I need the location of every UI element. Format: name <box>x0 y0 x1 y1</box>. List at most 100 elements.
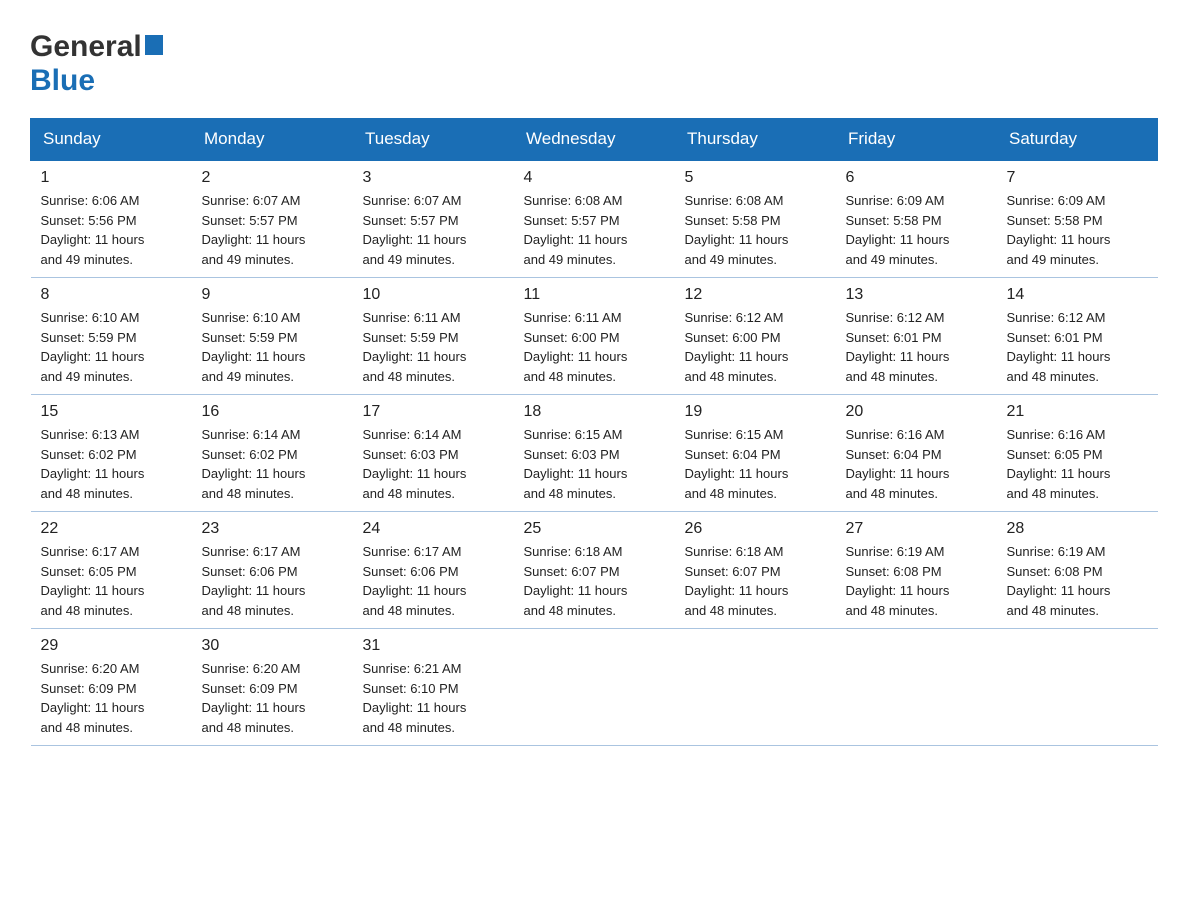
day-number: 3 <box>363 169 504 187</box>
day-info: Sunrise: 6:16 AMSunset: 6:04 PMDaylight:… <box>846 427 950 501</box>
day-info: Sunrise: 6:21 AMSunset: 6:10 PMDaylight:… <box>363 661 467 735</box>
day-number: 1 <box>41 169 182 187</box>
day-cell <box>997 629 1158 746</box>
day-cell: 16 Sunrise: 6:14 AMSunset: 6:02 PMDaylig… <box>192 395 353 512</box>
day-info: Sunrise: 6:08 AMSunset: 5:57 PMDaylight:… <box>524 193 628 267</box>
day-number: 14 <box>1007 286 1148 304</box>
day-cell: 24 Sunrise: 6:17 AMSunset: 6:06 PMDaylig… <box>353 512 514 629</box>
column-header-tuesday: Tuesday <box>353 119 514 161</box>
column-header-saturday: Saturday <box>997 119 1158 161</box>
page-header: General Blue <box>30 30 1158 98</box>
day-cell: 15 Sunrise: 6:13 AMSunset: 6:02 PMDaylig… <box>31 395 192 512</box>
day-number: 6 <box>846 169 987 187</box>
day-cell: 1 Sunrise: 6:06 AMSunset: 5:56 PMDayligh… <box>31 160 192 278</box>
day-cell: 22 Sunrise: 6:17 AMSunset: 6:05 PMDaylig… <box>31 512 192 629</box>
day-number: 2 <box>202 169 343 187</box>
day-cell: 8 Sunrise: 6:10 AMSunset: 5:59 PMDayligh… <box>31 278 192 395</box>
week-row-3: 15 Sunrise: 6:13 AMSunset: 6:02 PMDaylig… <box>31 395 1158 512</box>
day-info: Sunrise: 6:19 AMSunset: 6:08 PMDaylight:… <box>846 544 950 618</box>
day-number: 8 <box>41 286 182 304</box>
day-number: 20 <box>846 403 987 421</box>
day-cell: 31 Sunrise: 6:21 AMSunset: 6:10 PMDaylig… <box>353 629 514 746</box>
day-cell: 29 Sunrise: 6:20 AMSunset: 6:09 PMDaylig… <box>31 629 192 746</box>
day-number: 24 <box>363 520 504 538</box>
day-info: Sunrise: 6:09 AMSunset: 5:58 PMDaylight:… <box>1007 193 1111 267</box>
day-cell: 18 Sunrise: 6:15 AMSunset: 6:03 PMDaylig… <box>514 395 675 512</box>
logo-general-text: General <box>30 30 142 64</box>
day-info: Sunrise: 6:12 AMSunset: 6:00 PMDaylight:… <box>685 310 789 384</box>
column-header-sunday: Sunday <box>31 119 192 161</box>
week-row-1: 1 Sunrise: 6:06 AMSunset: 5:56 PMDayligh… <box>31 160 1158 278</box>
day-info: Sunrise: 6:10 AMSunset: 5:59 PMDaylight:… <box>41 310 145 384</box>
day-cell: 7 Sunrise: 6:09 AMSunset: 5:58 PMDayligh… <box>997 160 1158 278</box>
calendar-header: SundayMondayTuesdayWednesdayThursdayFrid… <box>31 119 1158 161</box>
day-info: Sunrise: 6:11 AMSunset: 6:00 PMDaylight:… <box>524 310 628 384</box>
day-cell: 3 Sunrise: 6:07 AMSunset: 5:57 PMDayligh… <box>353 160 514 278</box>
day-cell: 14 Sunrise: 6:12 AMSunset: 6:01 PMDaylig… <box>997 278 1158 395</box>
day-number: 21 <box>1007 403 1148 421</box>
day-cell <box>836 629 997 746</box>
day-info: Sunrise: 6:15 AMSunset: 6:04 PMDaylight:… <box>685 427 789 501</box>
day-cell: 2 Sunrise: 6:07 AMSunset: 5:57 PMDayligh… <box>192 160 353 278</box>
day-info: Sunrise: 6:14 AMSunset: 6:03 PMDaylight:… <box>363 427 467 501</box>
day-number: 12 <box>685 286 826 304</box>
day-info: Sunrise: 6:17 AMSunset: 6:06 PMDaylight:… <box>202 544 306 618</box>
day-number: 18 <box>524 403 665 421</box>
day-number: 26 <box>685 520 826 538</box>
day-cell: 26 Sunrise: 6:18 AMSunset: 6:07 PMDaylig… <box>675 512 836 629</box>
calendar-body: 1 Sunrise: 6:06 AMSunset: 5:56 PMDayligh… <box>31 160 1158 746</box>
day-number: 15 <box>41 403 182 421</box>
logo: General Blue <box>30 30 163 98</box>
day-cell: 20 Sunrise: 6:16 AMSunset: 6:04 PMDaylig… <box>836 395 997 512</box>
day-number: 10 <box>363 286 504 304</box>
day-cell: 12 Sunrise: 6:12 AMSunset: 6:00 PMDaylig… <box>675 278 836 395</box>
day-info: Sunrise: 6:17 AMSunset: 6:05 PMDaylight:… <box>41 544 145 618</box>
calendar-table: SundayMondayTuesdayWednesdayThursdayFrid… <box>30 118 1158 746</box>
day-info: Sunrise: 6:16 AMSunset: 6:05 PMDaylight:… <box>1007 427 1111 501</box>
day-cell: 19 Sunrise: 6:15 AMSunset: 6:04 PMDaylig… <box>675 395 836 512</box>
day-number: 7 <box>1007 169 1148 187</box>
day-cell: 17 Sunrise: 6:14 AMSunset: 6:03 PMDaylig… <box>353 395 514 512</box>
day-cell <box>514 629 675 746</box>
day-info: Sunrise: 6:11 AMSunset: 5:59 PMDaylight:… <box>363 310 467 384</box>
column-header-monday: Monday <box>192 119 353 161</box>
day-cell <box>675 629 836 746</box>
day-info: Sunrise: 6:19 AMSunset: 6:08 PMDaylight:… <box>1007 544 1111 618</box>
day-cell: 10 Sunrise: 6:11 AMSunset: 5:59 PMDaylig… <box>353 278 514 395</box>
day-cell: 25 Sunrise: 6:18 AMSunset: 6:07 PMDaylig… <box>514 512 675 629</box>
day-cell: 30 Sunrise: 6:20 AMSunset: 6:09 PMDaylig… <box>192 629 353 746</box>
week-row-5: 29 Sunrise: 6:20 AMSunset: 6:09 PMDaylig… <box>31 629 1158 746</box>
logo-flag-icon <box>145 35 163 55</box>
day-cell: 27 Sunrise: 6:19 AMSunset: 6:08 PMDaylig… <box>836 512 997 629</box>
day-number: 25 <box>524 520 665 538</box>
column-header-friday: Friday <box>836 119 997 161</box>
day-cell: 13 Sunrise: 6:12 AMSunset: 6:01 PMDaylig… <box>836 278 997 395</box>
day-number: 30 <box>202 637 343 655</box>
day-info: Sunrise: 6:07 AMSunset: 5:57 PMDaylight:… <box>363 193 467 267</box>
day-cell: 9 Sunrise: 6:10 AMSunset: 5:59 PMDayligh… <box>192 278 353 395</box>
day-info: Sunrise: 6:18 AMSunset: 6:07 PMDaylight:… <box>524 544 628 618</box>
day-number: 28 <box>1007 520 1148 538</box>
day-info: Sunrise: 6:10 AMSunset: 5:59 PMDaylight:… <box>202 310 306 384</box>
day-number: 16 <box>202 403 343 421</box>
day-number: 27 <box>846 520 987 538</box>
week-row-2: 8 Sunrise: 6:10 AMSunset: 5:59 PMDayligh… <box>31 278 1158 395</box>
day-info: Sunrise: 6:07 AMSunset: 5:57 PMDaylight:… <box>202 193 306 267</box>
column-header-thursday: Thursday <box>675 119 836 161</box>
day-number: 17 <box>363 403 504 421</box>
day-info: Sunrise: 6:12 AMSunset: 6:01 PMDaylight:… <box>1007 310 1111 384</box>
day-cell: 11 Sunrise: 6:11 AMSunset: 6:00 PMDaylig… <box>514 278 675 395</box>
day-number: 9 <box>202 286 343 304</box>
day-info: Sunrise: 6:20 AMSunset: 6:09 PMDaylight:… <box>202 661 306 735</box>
day-number: 11 <box>524 286 665 304</box>
day-number: 5 <box>685 169 826 187</box>
day-info: Sunrise: 6:20 AMSunset: 6:09 PMDaylight:… <box>41 661 145 735</box>
week-row-4: 22 Sunrise: 6:17 AMSunset: 6:05 PMDaylig… <box>31 512 1158 629</box>
day-number: 29 <box>41 637 182 655</box>
day-number: 13 <box>846 286 987 304</box>
day-number: 31 <box>363 637 504 655</box>
day-number: 22 <box>41 520 182 538</box>
day-info: Sunrise: 6:12 AMSunset: 6:01 PMDaylight:… <box>846 310 950 384</box>
day-info: Sunrise: 6:06 AMSunset: 5:56 PMDaylight:… <box>41 193 145 267</box>
day-cell: 28 Sunrise: 6:19 AMSunset: 6:08 PMDaylig… <box>997 512 1158 629</box>
